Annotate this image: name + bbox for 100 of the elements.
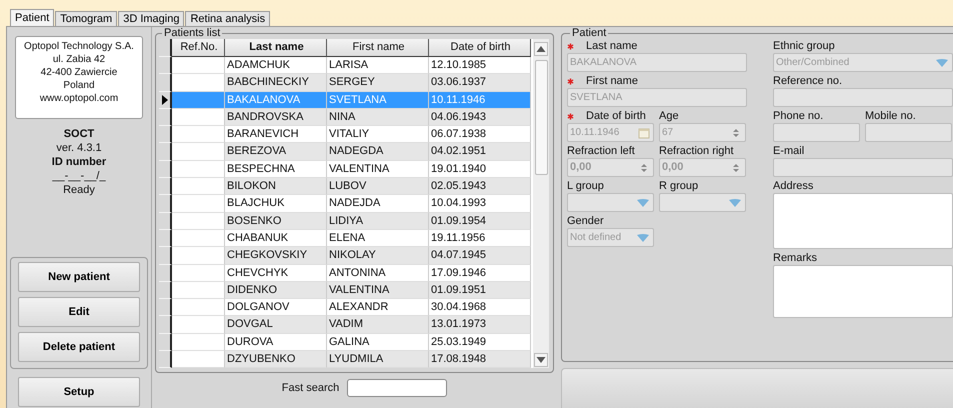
fast-search-field[interactable] xyxy=(347,379,448,398)
table-row[interactable]: BANDROVSKA NINA 04.06.1943 xyxy=(159,108,531,126)
action-button[interactable]: New patient xyxy=(18,262,140,292)
company-text: Poland xyxy=(63,79,95,92)
column-header[interactable]: Last name xyxy=(225,39,327,57)
table-row[interactable]: BEREZOVA NADEGDA 04.02.1951 xyxy=(159,143,531,161)
field-label: Gender xyxy=(567,214,604,228)
table-row[interactable]: DOLGANOV ALEXANDR 30.04.1968 xyxy=(159,299,531,316)
row-header xyxy=(159,74,172,92)
setup-button[interactable]: Setup xyxy=(18,377,140,407)
field-label: Last name xyxy=(586,39,638,53)
table-row[interactable]: DIDENKO VALENTINA 01.09.1951 xyxy=(159,282,531,300)
table-cell xyxy=(172,299,225,316)
field-label: Refraction right xyxy=(659,144,734,158)
row-header xyxy=(159,316,172,334)
table-cell xyxy=(172,74,225,92)
table-cell xyxy=(172,212,225,230)
column-header[interactable]: Ref.No. xyxy=(172,39,225,57)
table-row[interactable]: ADAMCHUK LARISA 12.10.1985 xyxy=(159,57,531,74)
table-cell xyxy=(172,160,225,178)
table-row[interactable]: BESPECHNA VALENTINA 19.01.1940 xyxy=(159,160,531,178)
field-label: Address xyxy=(773,179,814,193)
table-row[interactable]: BOSENKO LIDIYA 01.09.1954 xyxy=(159,212,531,230)
row-header xyxy=(159,126,172,144)
table-cell xyxy=(172,264,225,282)
company-text: 42-400 Zawiercie xyxy=(40,66,118,79)
scroll-down-icon[interactable] xyxy=(534,353,548,368)
group-title: Patient xyxy=(571,27,608,39)
tab[interactable]: Retina analysis xyxy=(185,11,270,26)
company-text: www.optopol.com xyxy=(40,92,118,105)
row-header xyxy=(159,334,172,352)
text-area[interactable] xyxy=(773,193,953,249)
tab[interactable]: 3D Imaging xyxy=(118,11,184,26)
table-cell xyxy=(172,334,225,352)
row-header xyxy=(159,178,172,196)
fast-search-label: Fast search xyxy=(282,382,340,394)
table-row[interactable]: BLAJCHUK NADEJDA 10.04.1993 xyxy=(159,195,531,213)
group-title: Patients list xyxy=(163,27,222,39)
table-row[interactable]: BABCHINECKIY SERGEY 03.06.1937 xyxy=(159,74,531,92)
table-row[interactable]: CHABANUK ELENA 19.11.1956 xyxy=(159,230,531,248)
table-cell xyxy=(172,230,225,248)
row-header xyxy=(159,160,172,178)
table-cell xyxy=(172,92,225,109)
column-header[interactable]: Date of birth xyxy=(429,39,531,57)
tab[interactable]: Tomogram xyxy=(55,11,118,26)
table-row[interactable]: CHEVCHYK ANTONINA 17.09.1946 xyxy=(159,264,531,282)
text-area[interactable] xyxy=(773,265,953,318)
table-cell xyxy=(172,316,225,334)
table-cell xyxy=(172,143,225,161)
pointer-icon xyxy=(162,94,168,105)
table-row[interactable]: BILOKON LUBOV 02.05.1943 xyxy=(159,178,531,196)
field-label: Ethnic group xyxy=(773,39,835,53)
field-label: Refraction left xyxy=(567,144,635,158)
table-cell: LYUDMILA xyxy=(327,351,429,368)
scroll-up-icon[interactable] xyxy=(534,42,548,56)
table-row[interactable]: CHEGKOVSKIY NIKOLAY 04.07.1945 xyxy=(159,247,531,265)
row-header xyxy=(159,143,172,161)
info-text: __-__-__/_ xyxy=(52,169,106,183)
field-label: Reference no. xyxy=(773,74,842,88)
field-label: Age xyxy=(659,109,679,123)
row-header xyxy=(159,212,172,230)
table-row[interactable]: DZYUBENKO LYUDMILA 17.08.1948 xyxy=(159,351,531,368)
table-cell: 17.08.1948 xyxy=(429,351,531,368)
table-row[interactable]: DUROVA GALINA 25.03.1949 xyxy=(159,334,531,352)
action-button[interactable]: Edit xyxy=(18,297,140,327)
scrollbar[interactable] xyxy=(533,39,549,368)
table-cell xyxy=(172,126,225,144)
scroll-thumb[interactable] xyxy=(534,60,548,175)
row-header xyxy=(159,57,172,74)
row-header xyxy=(159,299,172,316)
table-cell xyxy=(172,351,225,368)
row-header xyxy=(159,247,172,265)
row-header xyxy=(159,195,172,213)
field-label: E-mail xyxy=(773,144,804,158)
row-header xyxy=(159,351,172,368)
row-header xyxy=(159,108,172,126)
table-cell xyxy=(172,108,225,126)
info-text: SOCT xyxy=(64,127,94,141)
action-button[interactable]: Delete patient xyxy=(18,332,140,362)
company-text: Optopol Technology S.A. xyxy=(24,40,134,53)
row-header xyxy=(159,39,172,57)
info-text: Ready xyxy=(63,183,95,197)
column-header[interactable]: First name xyxy=(327,39,429,57)
table-row[interactable]: DOVGAL VADIM 13.01.1973 xyxy=(159,316,531,334)
row-header xyxy=(159,264,172,282)
table-cell: DZYUBENKO xyxy=(225,351,327,368)
field-label: First name xyxy=(586,74,638,88)
field-label: Mobile no. xyxy=(865,109,916,123)
company-text: ul. Zabia 42 xyxy=(52,53,106,66)
table-cell xyxy=(172,195,225,213)
field-label: R group xyxy=(659,179,698,193)
table-cell xyxy=(172,282,225,300)
field-label: Remarks xyxy=(773,251,818,265)
table-row[interactable]: BARANEVICH VITALIY 06.07.1938 xyxy=(159,126,531,144)
field-label: L group xyxy=(567,179,604,193)
row-header xyxy=(159,230,172,248)
row-header xyxy=(159,282,172,300)
table-cell xyxy=(172,57,225,74)
info-text: ID number xyxy=(52,155,106,169)
tab[interactable]: Patient xyxy=(10,9,54,26)
